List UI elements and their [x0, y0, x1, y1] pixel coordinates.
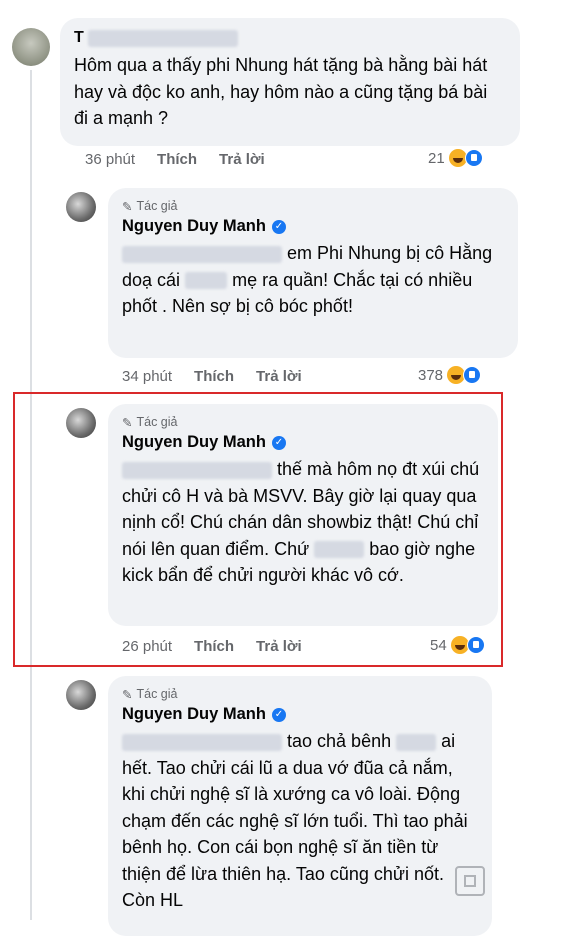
- like-button[interactable]: Thích: [194, 638, 234, 655]
- screenshot-scan-icon[interactable]: [455, 866, 485, 896]
- author-name[interactable]: Nguyen Duy Manh ✓: [122, 217, 504, 236]
- reply-text: thế mà hôm nọ đt xúi chú chửi cô H và bà…: [122, 459, 480, 585]
- redacted-word: [396, 733, 437, 751]
- like-icon: [463, 366, 482, 384]
- like-icon: [466, 636, 485, 654]
- verified-badge-icon: ✓: [271, 707, 286, 722]
- reply-button[interactable]: Trả lời: [256, 638, 302, 655]
- reply-time[interactable]: 26 phút: [122, 638, 172, 655]
- haha-icon: [450, 636, 469, 654]
- reaction-count: 21: [428, 149, 445, 167]
- haha-icon: [448, 149, 467, 167]
- comment-time[interactable]: 36 phút: [85, 151, 135, 168]
- pencil-icon: ✎: [122, 687, 133, 702]
- comment-actions: 36 phút Thích Trả lời: [85, 151, 265, 168]
- reply-actions: 34 phút Thích Trả lời: [122, 368, 302, 385]
- author-tag: ✎ Tác giả: [122, 687, 178, 702]
- reply-button[interactable]: Trả lời: [219, 151, 265, 168]
- comment-text: Hôm qua a thấy phi Nhung hát tặng bà hằn…: [74, 55, 488, 128]
- redacted-mention: [122, 733, 282, 751]
- pencil-icon: ✎: [122, 415, 133, 430]
- author-avatar[interactable]: [66, 192, 96, 222]
- reaction-summary[interactable]: 54: [430, 636, 485, 654]
- author-tag: ✎ Tác giả: [122, 199, 178, 214]
- reply-bubble: ✎ Tác giả Nguyen Duy Manh ✓ tao chả bênh…: [108, 676, 492, 936]
- reply-bubble: ✎ Tác giả Nguyen Duy Manh ✓ em Phi Nhung…: [108, 188, 518, 358]
- verified-badge-icon: ✓: [271, 435, 286, 450]
- author-name[interactable]: Nguyen Duy Manh ✓: [122, 433, 484, 452]
- commenter-name[interactable]: T: [74, 28, 506, 48]
- commenter-avatar[interactable]: [12, 28, 50, 66]
- author-tag: ✎ Tác giả: [122, 415, 178, 430]
- redacted-mention: [122, 461, 272, 479]
- redacted-word: [314, 541, 365, 559]
- like-button[interactable]: Thích: [194, 368, 234, 385]
- verified-badge-icon: ✓: [271, 219, 286, 234]
- reply-bubble: ✎ Tác giả Nguyen Duy Manh ✓ thế mà hôm n…: [108, 404, 498, 626]
- reaction-count: 378: [418, 366, 444, 384]
- author-avatar[interactable]: [66, 680, 96, 710]
- reaction-summary[interactable]: 378: [418, 366, 482, 384]
- redacted-word: [185, 272, 228, 290]
- reply-text: em Phi Nhung bị cô Hằng doạ cái mẹ ra qu…: [122, 243, 493, 316]
- redacted-name: [87, 29, 238, 47]
- reaction-summary[interactable]: 21: [428, 149, 483, 167]
- like-button[interactable]: Thích: [157, 151, 197, 168]
- redacted-mention: [122, 245, 282, 263]
- author-name[interactable]: Nguyen Duy Manh ✓: [122, 705, 478, 724]
- reply-actions: 26 phút Thích Trả lời: [122, 638, 302, 655]
- comment-bubble: T Hôm qua a thấy phi Nhung hát tặng bà h…: [60, 18, 520, 146]
- author-avatar[interactable]: [66, 408, 96, 438]
- reply-text: tao chả bênh ai hết. Tao chửi cái lũ a d…: [122, 731, 468, 910]
- reaction-count: 54: [430, 636, 447, 654]
- pencil-icon: ✎: [122, 199, 133, 214]
- reply-button[interactable]: Trả lời: [256, 368, 302, 385]
- reply-time[interactable]: 34 phút: [122, 368, 172, 385]
- like-icon: [464, 149, 483, 167]
